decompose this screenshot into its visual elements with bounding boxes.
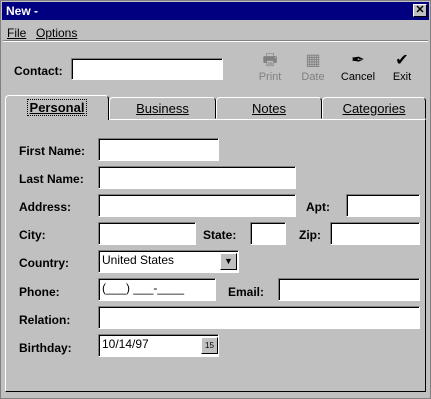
title-bar: New - ✕ xyxy=(2,2,429,20)
exit-label: Exit xyxy=(392,71,412,83)
city-field[interactable] xyxy=(98,222,196,245)
tab-business[interactable]: Business xyxy=(109,97,216,119)
state-label: State: xyxy=(203,228,237,242)
phone-label: Phone: xyxy=(19,285,60,299)
apt-label: Apt: xyxy=(306,200,330,214)
print-label: Print xyxy=(258,71,282,83)
tab-personal-label: Personal xyxy=(26,99,88,116)
close-icon: ✕ xyxy=(415,4,425,16)
menu-file-label: File xyxy=(7,26,27,40)
date-label: Date xyxy=(301,71,325,83)
tab-notes-label: Notes xyxy=(252,101,286,116)
address-field[interactable] xyxy=(98,194,296,217)
apt-field[interactable] xyxy=(346,194,420,217)
tab-categories[interactable]: Categories xyxy=(322,97,426,119)
email-field[interactable] xyxy=(278,278,420,301)
email-label: Email: xyxy=(228,285,265,299)
tab-business-label: Business xyxy=(136,101,189,116)
country-select[interactable]: United States xyxy=(98,250,239,273)
date-button[interactable]: ▦ Date xyxy=(293,51,333,83)
print-button[interactable]: 🖶 Print xyxy=(250,51,290,83)
checkmark-icon: ✔ xyxy=(395,52,409,69)
window-title: New - xyxy=(6,4,39,18)
cancel-quill-icon: ✒ xyxy=(351,52,365,69)
printer-icon: 🖶 xyxy=(262,52,278,69)
country-value: United States xyxy=(102,253,175,267)
calendar-button[interactable]: 15 xyxy=(201,337,218,354)
state-field[interactable] xyxy=(250,222,286,245)
phone-field[interactable]: (___) ___-____ xyxy=(98,278,216,301)
contact-input[interactable] xyxy=(71,58,223,80)
birthday-label: Birthday: xyxy=(19,341,72,355)
relation-field[interactable] xyxy=(98,306,420,329)
last-name-field[interactable] xyxy=(98,166,296,189)
first-name-field[interactable] xyxy=(98,138,219,161)
first-name-label: First Name: xyxy=(19,144,86,158)
tab-categories-label: Categories xyxy=(342,101,406,116)
close-button[interactable]: ✕ xyxy=(413,4,427,17)
zip-field[interactable] xyxy=(330,222,420,245)
zip-label: Zip: xyxy=(299,228,321,242)
cancel-button[interactable]: ✒ Cancel xyxy=(338,51,378,83)
country-dropdown-button[interactable]: ▼ xyxy=(220,253,237,270)
contact-label: Contact: xyxy=(14,64,63,78)
menu-options-label: Options xyxy=(36,26,78,40)
city-label: City: xyxy=(19,228,46,242)
exit-button[interactable]: ✔ Exit xyxy=(382,51,422,83)
country-label: Country: xyxy=(19,256,69,270)
last-name-label: Last Name: xyxy=(19,172,84,186)
relation-label: Relation: xyxy=(19,313,71,327)
calendar-icon: 15 xyxy=(205,341,214,350)
contact-window: New - ✕ File Options Contact: 🖶 Print ▦ … xyxy=(0,0,431,399)
menu-divider xyxy=(3,40,428,42)
chevron-down-icon: ▼ xyxy=(224,256,233,266)
calendar-icon: ▦ xyxy=(305,52,321,69)
cancel-label: Cancel xyxy=(340,71,376,83)
address-label: Address: xyxy=(19,200,72,214)
tab-notes[interactable]: Notes xyxy=(216,97,322,119)
tab-personal[interactable]: Personal xyxy=(5,95,109,120)
